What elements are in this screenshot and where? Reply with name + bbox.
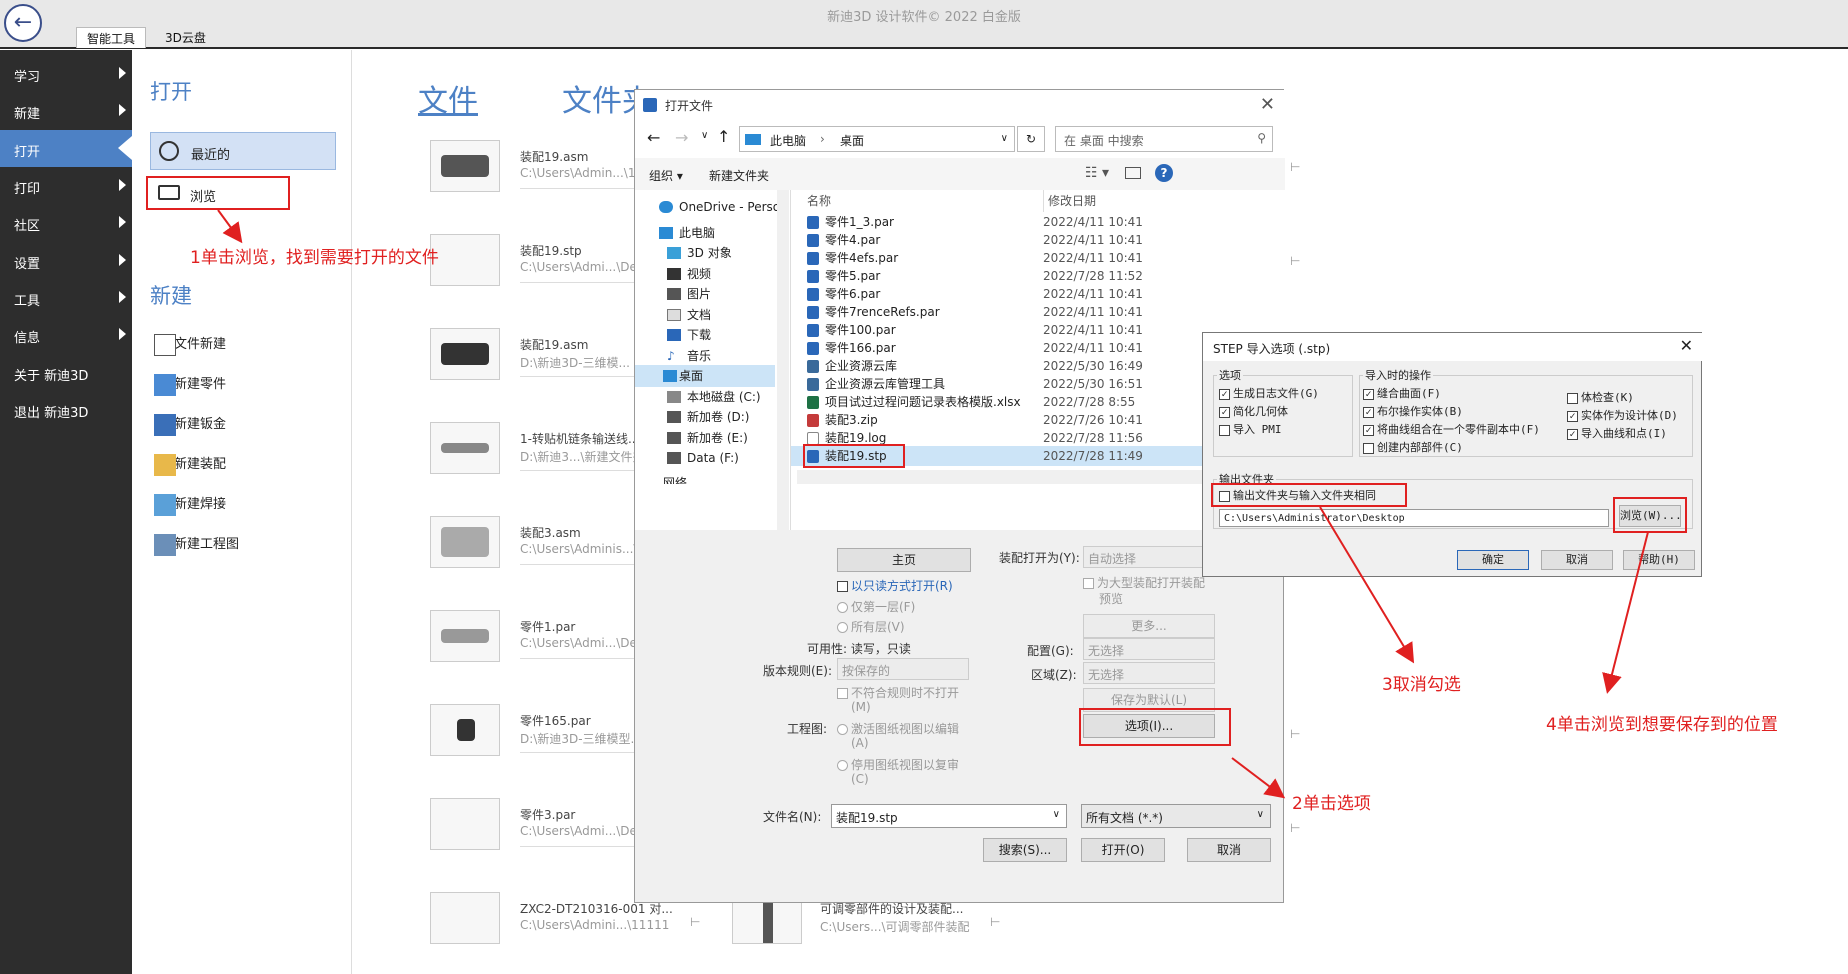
arrow-step1 [217,209,243,244]
arrow-step2 [1231,757,1286,799]
arrow-step4 [1602,531,1649,694]
annotation-arrows [217,209,1649,799]
arrow-step3 [1319,506,1415,664]
